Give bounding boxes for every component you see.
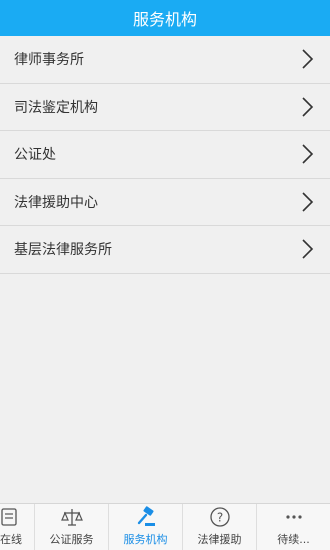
- list-item-label: 法律援助中心: [14, 194, 98, 211]
- gavel-icon: [137, 506, 155, 526]
- chevron-right-icon: [302, 144, 314, 164]
- tab-service-agency[interactable]: 服务机构: [109, 504, 183, 550]
- list-item-notary-office[interactable]: 公证处: [0, 131, 330, 179]
- list-item-label: 基层法律服务所: [14, 242, 112, 259]
- document-icon: [1, 508, 17, 526]
- tab-label: 服务机构: [123, 533, 168, 546]
- more-icon: [285, 515, 302, 519]
- list-item-grassroots-legal-service[interactable]: 基层法律服务所: [0, 226, 330, 274]
- svg-text:?: ?: [216, 511, 222, 525]
- list-item-law-firm[interactable]: 律师事务所: [0, 36, 330, 84]
- scales-icon: [60, 509, 83, 526]
- help-icon: ?: [209, 507, 230, 527]
- list-item-label: 律师事务所: [14, 52, 84, 69]
- tab-label: 待续...: [277, 533, 310, 546]
- page-title: 服务机构: [132, 10, 197, 29]
- tab-more[interactable]: 待续...: [257, 504, 330, 550]
- bottom-tab-bar: 在线 公证服务 服务机构 ? 法律援助 待续...: [0, 503, 330, 550]
- service-list: 律师事务所 司法鉴定机构 公证处 法律援助中心 基层法律服务所: [0, 36, 330, 274]
- tab-label: 公证服务: [49, 533, 94, 546]
- tab-label: 在线: [0, 533, 22, 546]
- list-item-judicial-appraisal[interactable]: 司法鉴定机构: [0, 83, 330, 131]
- list-item-label: 司法鉴定机构: [14, 99, 98, 116]
- chevron-right-icon: [302, 49, 314, 69]
- tab-legal-aid[interactable]: ? 法律援助: [183, 504, 257, 550]
- list-item-label: 公证处: [14, 147, 56, 164]
- chevron-right-icon: [302, 192, 314, 212]
- chevron-right-icon: [302, 97, 314, 117]
- tab-online[interactable]: 在线: [0, 504, 35, 550]
- tab-label: 法律援助: [197, 533, 242, 546]
- list-item-legal-aid-center[interactable]: 法律援助中心: [0, 178, 330, 226]
- tab-notary-service[interactable]: 公证服务: [35, 504, 109, 550]
- header-bar: 服务机构: [0, 0, 330, 36]
- chevron-right-icon: [302, 239, 314, 259]
